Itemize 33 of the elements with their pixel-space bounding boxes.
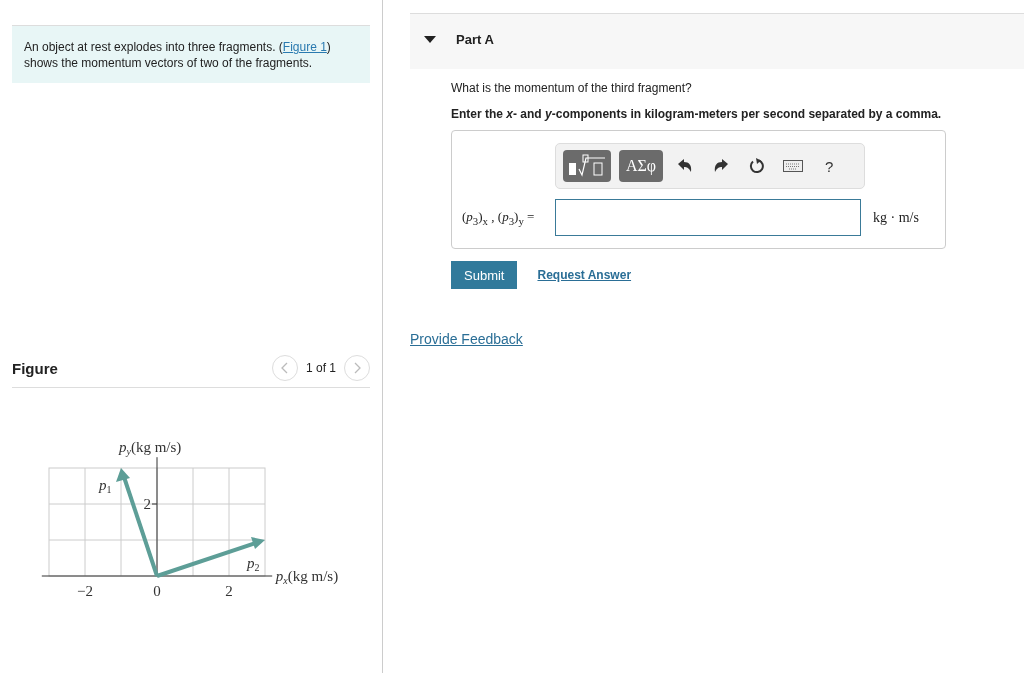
- undo-icon: [677, 158, 694, 174]
- provide-feedback-link[interactable]: Provide Feedback: [410, 331, 523, 347]
- tick-mark: [151, 503, 158, 505]
- y-axis-label: p$_{y}$(kg m/s): [119, 439, 182, 457]
- x-axis-label: p$_{x}$(kg m/s): [275, 568, 339, 586]
- part-title: Part A: [456, 32, 494, 47]
- vector-label: p$_{2}$: [247, 555, 260, 573]
- keyboard-icon: [783, 160, 804, 172]
- submit-button[interactable]: Submit: [451, 261, 518, 289]
- tick-label: 2: [225, 583, 233, 599]
- templates-button[interactable]: [563, 150, 611, 182]
- figure-link[interactable]: Figure 1: [282, 40, 327, 54]
- radical-template-icon: [567, 154, 607, 178]
- units-label: kg · m/s: [873, 209, 919, 226]
- problem-text: An object at rest explodes into three fragments. (Figure 1) shows the momentum vectors of two of the fragments.: [24, 39, 332, 71]
- part-header[interactable]: Part A: [410, 13, 1024, 69]
- answer-label: (p$_{3}$)$_{x}$ , (p$_{3}$)$_{y}$ =: [462, 208, 536, 227]
- question-text: What is the momentum of the third fragment?: [451, 81, 693, 95]
- chevron-right-icon: [352, 362, 362, 374]
- symbols-button[interactable]: ΑΣφ: [619, 150, 664, 182]
- tick-label: −2: [77, 583, 93, 599]
- page-counter: 1 of 1: [305, 361, 336, 375]
- redo-icon: [713, 158, 730, 174]
- tick-label: 2: [143, 496, 151, 512]
- vector-label: p$_{1}$: [99, 477, 112, 495]
- request-answer-link[interactable]: Request Answer: [537, 268, 632, 282]
- tick-label: 0: [153, 583, 161, 599]
- figure-title: Figure: [12, 359, 58, 377]
- instruction-text: Enter the x- and y-components in kilogram-meters per second separated by a comma.: [451, 107, 943, 121]
- reset-icon: [748, 157, 767, 175]
- help-button[interactable]: ?: [815, 150, 844, 182]
- chevron-left-icon: [279, 362, 290, 374]
- answer-field[interactable]: [555, 199, 861, 236]
